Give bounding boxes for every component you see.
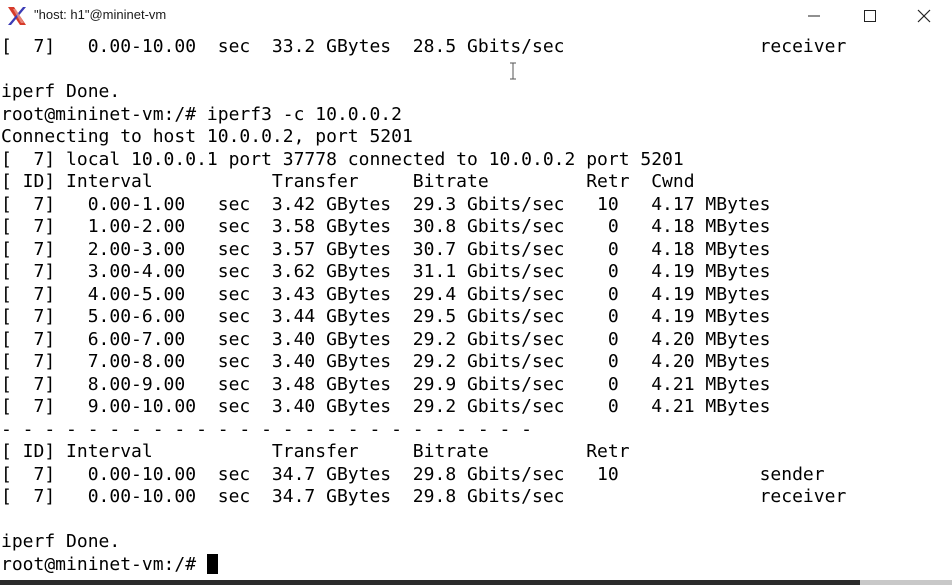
- shell-prompt: root@mininet-vm:/#: [1, 553, 207, 575]
- terminal-line: [ 7] 6.00-7.00 sec 3.40 GBytes 29.2 Gbit…: [1, 328, 771, 350]
- terminal-line: Connecting to host 10.0.0.2, port 5201: [1, 126, 413, 147]
- terminal-line: root@mininet-vm:/# iperf3 -c 10.0.0.2: [1, 103, 402, 125]
- terminal-line: [ 7] 4.00-5.00 sec 3.43 GBytes 29.4 Gbit…: [1, 283, 771, 305]
- window-bottom-edge: [0, 580, 952, 585]
- text-cursor: [206, 553, 218, 574]
- terminal-line: [ 7] 3.00-4.00 sec 3.62 GBytes 31.1 Gbit…: [1, 261, 771, 282]
- x11-icon: [7, 6, 27, 26]
- terminal-line: - - - - - - - - - - - - - - - - - - - - …: [1, 418, 533, 440]
- terminal-line: [ 7] 2.00-3.00 sec 3.57 GBytes 30.7 Gbit…: [1, 238, 771, 260]
- title-bar[interactable]: "host: h1"@mininet-vm: [0, 0, 952, 31]
- terminal-line: [ 7] 8.00-9.00 sec 3.48 GBytes 29.9 Gbit…: [1, 373, 771, 395]
- window-title: "host: h1"@mininet-vm: [34, 7, 167, 22]
- maximize-button[interactable]: [842, 0, 898, 31]
- prompt-line[interactable]: root@mininet-vm:/#: [1, 553, 218, 576]
- minimize-icon: [808, 15, 820, 16]
- terminal-line: [ 7] local 10.0.0.1 port 37778 connected…: [1, 148, 684, 170]
- terminal-line: [ 7] 5.00-6.00 sec 3.44 GBytes 29.5 Gbit…: [1, 306, 771, 327]
- terminal-line: [ 7] 0.00-10.00 sec 34.7 GBytes 29.8 Gbi…: [1, 486, 847, 507]
- terminal-line: [ ID] Interval Transfer Bitrate Retr Cwn…: [1, 171, 695, 192]
- minimize-button[interactable]: [786, 0, 842, 31]
- terminal-line: [ 7] 0.00-1.00 sec 3.42 GBytes 29.3 Gbit…: [1, 193, 771, 215]
- terminal-output[interactable]: [ 7] 0.00-10.00 sec 33.2 GBytes 28.5 Gbi…: [0, 34, 952, 580]
- terminal-line: iperf Done.: [1, 81, 121, 102]
- taskbar-strip: [0, 580, 860, 585]
- terminal-line: [ 7] 0.00-10.00 sec 33.2 GBytes 28.5 Gbi…: [1, 36, 847, 57]
- maximize-icon: [864, 9, 876, 22]
- ibeam-cursor-icon: [510, 62, 516, 80]
- terminal-line: [ 7] 9.00-10.00 sec 3.40 GBytes 29.2 Gbi…: [1, 396, 771, 417]
- terminal-line: [ 7] 1.00-2.00 sec 3.58 GBytes 30.8 Gbit…: [1, 216, 771, 237]
- terminal-line: iperf Done.: [1, 531, 121, 552]
- terminal-window: "host: h1"@mininet-vm [ 7] 0.00-10.00 se…: [0, 0, 952, 585]
- terminal-line: [ 7] 7.00-8.00 sec 3.40 GBytes 29.2 Gbit…: [1, 351, 771, 372]
- close-button[interactable]: [896, 0, 952, 31]
- terminal-line: [ 7] 0.00-10.00 sec 34.7 GBytes 29.8 Gbi…: [1, 463, 825, 485]
- terminal-line: [ ID] Interval Transfer Bitrate Retr: [1, 441, 630, 462]
- close-icon: [917, 9, 931, 22]
